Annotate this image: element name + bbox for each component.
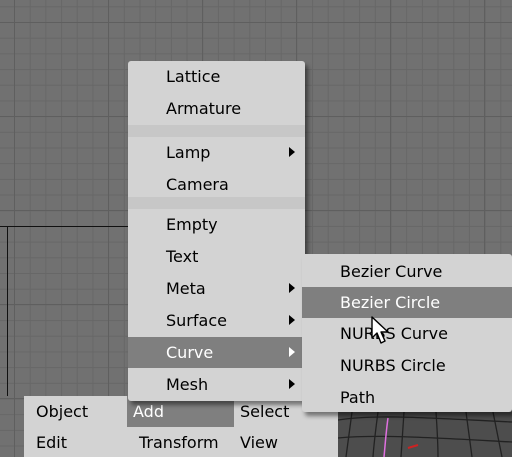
menu-view[interactable]: View	[237, 427, 317, 458]
menu-transform[interactable]: Transform	[127, 427, 234, 458]
menu-item-lamp[interactable]: Lamp	[128, 137, 305, 168]
triangle-right-icon	[289, 283, 295, 293]
menu-item-label: Path	[340, 388, 376, 407]
menu-object[interactable]: Object	[24, 396, 126, 427]
menu-item-label: Armature	[166, 99, 242, 118]
menu-item-label: Mesh	[166, 375, 209, 394]
menu-item-camera[interactable]: Camera	[128, 169, 305, 200]
mouse-pointer-icon	[371, 316, 389, 344]
add-menu: Lattice Armature Lamp Camera Empty Text …	[128, 61, 305, 401]
submenu-item-bezier-circle[interactable]: Bezier Circle	[302, 287, 512, 318]
menu-item-label: Lamp	[166, 143, 211, 162]
object-outline-left	[7, 226, 8, 396]
menu-separator	[128, 125, 305, 137]
menu-item-armature[interactable]: Armature	[128, 93, 305, 124]
menu-item-lattice[interactable]: Lattice	[128, 61, 305, 92]
menu-item-mesh[interactable]: Mesh	[128, 369, 305, 400]
menu-item-surface[interactable]: Surface	[128, 305, 305, 336]
triangle-right-icon	[289, 147, 295, 157]
menu-item-label: NURBS Circle	[340, 356, 446, 375]
triangle-right-icon	[289, 347, 295, 357]
menu-item-label: Curve	[166, 343, 214, 362]
menu-item-label: Bezier Curve	[340, 262, 443, 281]
wireframe-mesh	[338, 412, 512, 457]
submenu-item-nurbs-circle[interactable]: NURBS Circle	[302, 350, 512, 381]
menu-item-label: Meta	[166, 279, 206, 298]
curve-submenu: Bezier Curve Bezier Circle NURBS Curve N…	[302, 254, 512, 412]
menu-edit[interactable]: Edit	[24, 427, 126, 458]
menu-item-meta[interactable]: Meta	[128, 273, 305, 304]
submenu-item-path[interactable]: Path	[302, 382, 512, 413]
submenu-item-bezier-curve[interactable]: Bezier Curve	[302, 256, 512, 287]
submenu-item-nurbs-curve[interactable]: NURBS Curve	[302, 318, 512, 349]
menu-item-label: Surface	[166, 311, 227, 330]
menu-item-label: Camera	[166, 175, 229, 194]
menu-item-curve[interactable]: Curve	[128, 337, 305, 368]
triangle-right-icon	[289, 315, 295, 325]
menu-item-label: Empty	[166, 215, 218, 234]
menu-item-label: Lattice	[166, 67, 221, 86]
menu-item-text[interactable]: Text	[128, 241, 305, 272]
menu-separator	[128, 197, 305, 209]
triangle-right-icon	[289, 379, 295, 389]
menu-item-label: Text	[166, 247, 199, 266]
viewport-wireframe-area	[338, 412, 512, 457]
menu-item-empty[interactable]: Empty	[128, 209, 305, 240]
menu-item-label: Bezier Circle	[340, 293, 441, 312]
object-outline-top	[0, 226, 128, 227]
